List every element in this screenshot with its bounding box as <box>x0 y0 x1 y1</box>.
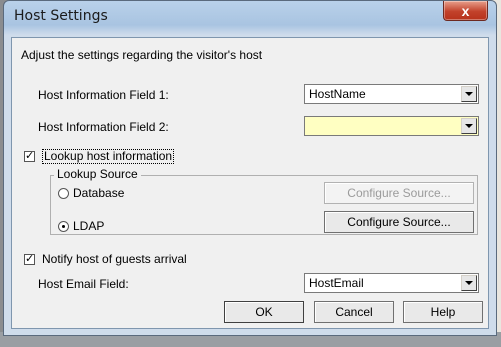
ldap-radio[interactable] <box>58 221 69 232</box>
host-info-field-2-label: Host Information Field 2: <box>38 120 169 134</box>
host-settings-dialog: Host Settings x Adjust the settings rega… <box>3 0 497 336</box>
title-bar[interactable]: Host Settings x <box>4 1 496 29</box>
host-email-field-value: HostEmail <box>309 276 364 290</box>
chevron-down-icon[interactable] <box>461 275 477 291</box>
host-email-field-select[interactable]: HostEmail <box>304 273 479 293</box>
lookup-host-checkbox[interactable]: ✓ <box>24 151 35 162</box>
close-icon: x <box>461 2 470 19</box>
lookup-source-title: Lookup Source <box>54 167 141 181</box>
configure-ldap-button[interactable]: Configure Source... <box>324 211 474 233</box>
ok-button[interactable]: OK <box>224 301 304 323</box>
host-info-field-1-value: HostName <box>309 87 366 101</box>
cancel-button[interactable]: Cancel <box>314 301 394 323</box>
configure-ldap-label: Configure Source... <box>347 215 451 229</box>
database-radio-label[interactable]: Database <box>73 186 124 200</box>
help-button[interactable]: Help <box>403 301 483 323</box>
notify-host-label[interactable]: Notify host of guests arrival <box>42 252 187 266</box>
host-info-field-1-select[interactable]: HostName <box>304 84 479 104</box>
close-button[interactable]: x <box>443 1 488 21</box>
configure-database-button[interactable]: Configure Source... <box>324 182 474 204</box>
ldap-radio-label[interactable]: LDAP <box>73 219 104 233</box>
host-email-field-label: Host Email Field: <box>38 277 129 291</box>
chevron-down-icon[interactable] <box>461 86 477 102</box>
description-text: Adjust the settings regarding the visito… <box>21 48 263 62</box>
chevron-down-icon[interactable] <box>461 118 477 134</box>
cancel-button-label: Cancel <box>335 305 373 319</box>
dialog-body: Adjust the settings regarding the visito… <box>11 37 489 329</box>
lookup-host-label[interactable]: Lookup host information <box>42 149 175 164</box>
help-button-label: Help <box>430 305 456 319</box>
ok-button-label: OK <box>255 305 273 319</box>
configure-database-label: Configure Source... <box>347 186 451 200</box>
host-info-field-1-label: Host Information Field 1: <box>38 88 169 102</box>
database-radio[interactable] <box>58 188 69 199</box>
notify-host-checkbox[interactable]: ✓ <box>24 254 35 265</box>
dialog-title: Host Settings <box>14 8 108 24</box>
host-info-field-2-select[interactable] <box>304 116 479 136</box>
